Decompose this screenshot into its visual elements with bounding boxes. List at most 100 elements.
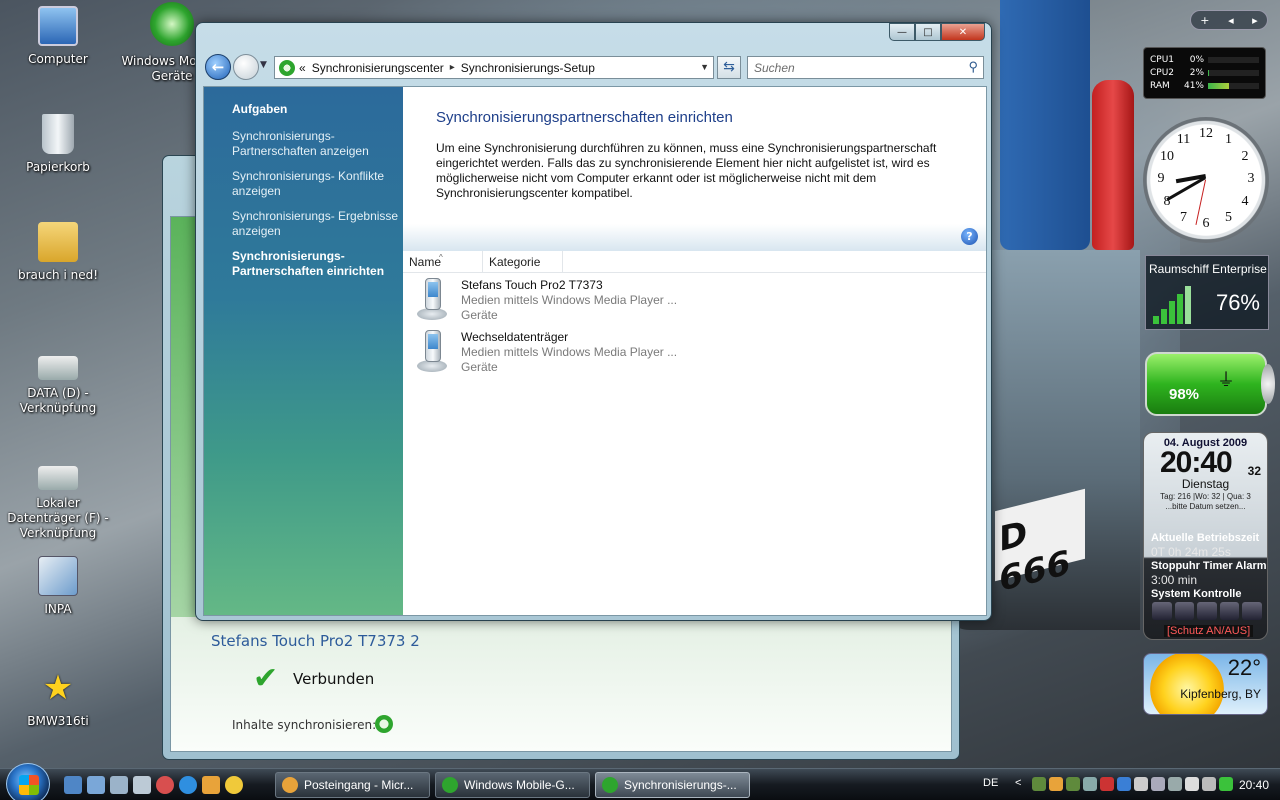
breadcrumb-overflow[interactable]: « (299, 61, 306, 75)
desktop-icon-folder[interactable]: brauch i ned! (0, 222, 118, 283)
meter-label: RAM (1150, 80, 1170, 91)
weather-gadget[interactable]: 22° Kipfenberg, BY (1143, 653, 1268, 715)
column-category[interactable]: Kategorie (483, 251, 563, 273)
forward-button[interactable] (233, 54, 259, 80)
tray-wifi-icon[interactable] (1168, 777, 1182, 791)
desktop-icon-bmw316ti[interactable]: ★ BMW316ti (0, 668, 118, 729)
tray-shield-icon[interactable] (1134, 777, 1148, 791)
main-pane: Synchronisierungspartnerschaften einrich… (403, 87, 986, 615)
breadcrumb-separator-icon[interactable]: ▸ (450, 62, 455, 73)
internet-explorer-icon[interactable] (179, 776, 197, 794)
outlook-icon[interactable] (202, 776, 220, 794)
desktop-icon-inpa[interactable]: INPA (0, 556, 118, 617)
clock-numeral: 6 (1202, 216, 1210, 231)
quicklaunch-browser-icon[interactable] (156, 776, 174, 794)
drive-icon (38, 356, 78, 380)
switch-windows-icon[interactable] (87, 776, 105, 794)
logoff-icon[interactable] (1242, 602, 1262, 620)
date-set-link[interactable]: ...bitte Datum setzen... (1144, 502, 1267, 512)
restart-icon[interactable] (1174, 602, 1195, 620)
sync-setup-window[interactable]: — □ ✕ ← ▼ « Synchronisierungscenter ▸ Sy… (195, 22, 992, 621)
taskbar-button-sync-center[interactable]: Synchronisierungs-... (595, 772, 750, 798)
tray-app-icon[interactable] (1100, 777, 1114, 791)
standby-icon[interactable] (1197, 602, 1217, 620)
clock-gadget[interactable]: 121234567891011 (1143, 117, 1269, 243)
show-desktop-icon[interactable] (64, 776, 82, 794)
tray-bluetooth-icon[interactable] (1117, 777, 1131, 791)
refresh-button[interactable]: ⇆ (717, 56, 741, 79)
quicklaunch-computer-icon[interactable] (133, 776, 151, 794)
next-icon[interactable]: ▸ (1252, 14, 1258, 27)
tray-display-icon[interactable] (1083, 777, 1097, 791)
previous-icon[interactable]: ◂ (1228, 14, 1234, 27)
taskbar-button-label: Synchronisierungs-... (624, 778, 737, 792)
desktop-icon-recycle-bin[interactable]: Papierkorb (0, 114, 118, 175)
cpu-meter-gadget[interactable]: CPU1 0% CPU2 2% RAM 41% (1143, 47, 1266, 99)
tray-clock[interactable]: 20:40 (1239, 778, 1269, 792)
list-item[interactable]: Wechseldatenträger Medien mittels Window… (403, 325, 986, 377)
quicklaunch-app-icon[interactable] (110, 776, 128, 794)
column-name[interactable]: ^ Name (403, 251, 483, 273)
address-dropdown-icon[interactable]: ▼ (700, 62, 709, 72)
sort-ascending-icon: ^ (439, 253, 443, 262)
tray-device-icon[interactable] (1185, 777, 1199, 791)
tray-security-icon[interactable] (1066, 777, 1080, 791)
messenger-icon[interactable] (225, 776, 243, 794)
signal-bars-icon (1153, 286, 1203, 324)
uptime-value: 0T 0h 24m 25s (1151, 545, 1231, 559)
minimize-button[interactable]: — (889, 23, 915, 41)
search-icon[interactable]: ⚲ (968, 59, 978, 75)
desktop-icon-label: Computer (28, 52, 88, 66)
page-title: Synchronisierungspartnerschaften einrich… (436, 109, 733, 126)
help-icon[interactable]: ? (961, 228, 978, 245)
meter-bar (1208, 82, 1259, 89)
sync-center-icon (279, 59, 295, 76)
date-time-gadget[interactable]: 04. August 2009 20:40 32 Dienstag Tag: 2… (1143, 432, 1268, 640)
breadcrumb-sync-center[interactable]: Synchronisierungscenter (312, 61, 444, 75)
wifi-gadget[interactable]: Raumschiff Enterprise 76% (1145, 255, 1269, 330)
task-view-partnerships[interactable]: Synchronisierungs-Partnerschaften anzeig… (232, 129, 402, 159)
desktop-icon-local-drive[interactable]: Lokaler Datenträger (F) - Verknüpfung (0, 460, 118, 541)
taskbar-button-windows-mobile[interactable]: Windows Mobile-G... (435, 772, 590, 798)
tray-battery-icon[interactable] (1219, 777, 1233, 791)
cpu-row: CPU2 2% (1150, 66, 1259, 79)
tray-network-icon[interactable] (1151, 777, 1165, 791)
taskbar-button-outlook[interactable]: Posteingang - Micr... (275, 772, 430, 798)
item-description: Medien mittels Windows Media Player ... (461, 345, 678, 359)
meter-value: 0% (1189, 54, 1204, 65)
tray-mail-icon[interactable] (1049, 777, 1063, 791)
timer-label[interactable]: Stoppuhr Timer Alarm (1151, 560, 1267, 572)
clock-numeral: 1 (1225, 132, 1232, 148)
list-item[interactable]: Stefans Touch Pro2 T7373 Medien mittels … (403, 273, 986, 325)
desktop-icon-computer[interactable]: Computer (0, 6, 118, 67)
power-icon[interactable] (1152, 602, 1172, 620)
maximize-button[interactable]: □ (915, 23, 941, 41)
search-input[interactable]: Suchen ⚲ (747, 56, 984, 79)
start-button[interactable] (6, 763, 50, 800)
system-control-label: System Kontrolle (1151, 588, 1242, 600)
battery-gadget[interactable]: ⏚ 98% (1145, 352, 1275, 416)
lock-icon[interactable] (1219, 602, 1240, 620)
sync-icon[interactable] (375, 715, 393, 733)
tray-sync-icon[interactable] (1032, 777, 1046, 791)
add-gadget-icon[interactable]: + (1200, 14, 1209, 27)
task-setup-partnerships[interactable]: Synchronisierungs-Partnerschaften einric… (232, 249, 402, 279)
meter-bar (1208, 56, 1259, 63)
desktop-icon-label: DATA (D) - Verknüpfung (19, 386, 97, 415)
protection-toggle[interactable]: [Schutz AN/AUS] (1164, 625, 1254, 637)
tray-volume-icon[interactable] (1202, 777, 1216, 791)
task-view-conflicts[interactable]: Synchronisierungs- Konflikte anzeigen (232, 169, 402, 199)
desktop-icon-data-drive[interactable]: DATA (D) - Verknüpfung (0, 350, 118, 416)
language-indicator[interactable]: DE (983, 777, 998, 789)
meter-label: CPU2 (1150, 67, 1175, 78)
tray-expand-icon[interactable]: < (1015, 777, 1029, 791)
history-dropdown-icon[interactable]: ▼ (260, 60, 267, 70)
close-button[interactable]: ✕ (941, 23, 985, 41)
task-view-results[interactable]: Synchronisierungs- Ergebnisse anzeigen (232, 209, 402, 239)
address-bar[interactable]: « Synchronisierungscenter ▸ Synchronisie… (274, 56, 714, 79)
wallpaper-extinguisher (1092, 80, 1134, 250)
back-button[interactable]: ← (205, 54, 231, 80)
taskbar-button-label: Posteingang - Micr... (304, 778, 414, 792)
windows-logo-icon (19, 775, 39, 795)
breadcrumb-sync-setup[interactable]: Synchronisierungs-Setup (461, 61, 595, 75)
